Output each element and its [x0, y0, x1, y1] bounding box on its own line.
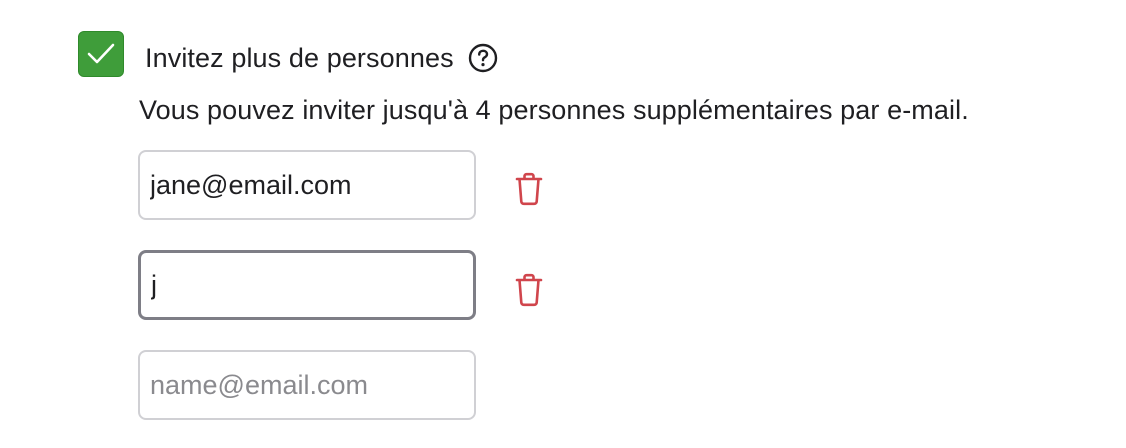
email-field-1[interactable]: [138, 150, 476, 220]
checkmark-icon: [87, 43, 115, 64]
email-field-3[interactable]: [138, 350, 476, 420]
trash-icon[interactable]: [514, 273, 544, 307]
question-circle-icon[interactable]: [468, 43, 498, 73]
invite-title: Invitez plus de personnes: [145, 42, 454, 73]
trash-icon[interactable]: [514, 172, 544, 206]
invite-title-row: Invitez plus de personnes: [145, 36, 498, 80]
invite-more-checkbox[interactable]: [78, 31, 124, 77]
invite-description: Vous pouvez inviter jusqu'à 4 personnes …: [139, 95, 969, 125]
email-field-2[interactable]: [138, 250, 476, 320]
